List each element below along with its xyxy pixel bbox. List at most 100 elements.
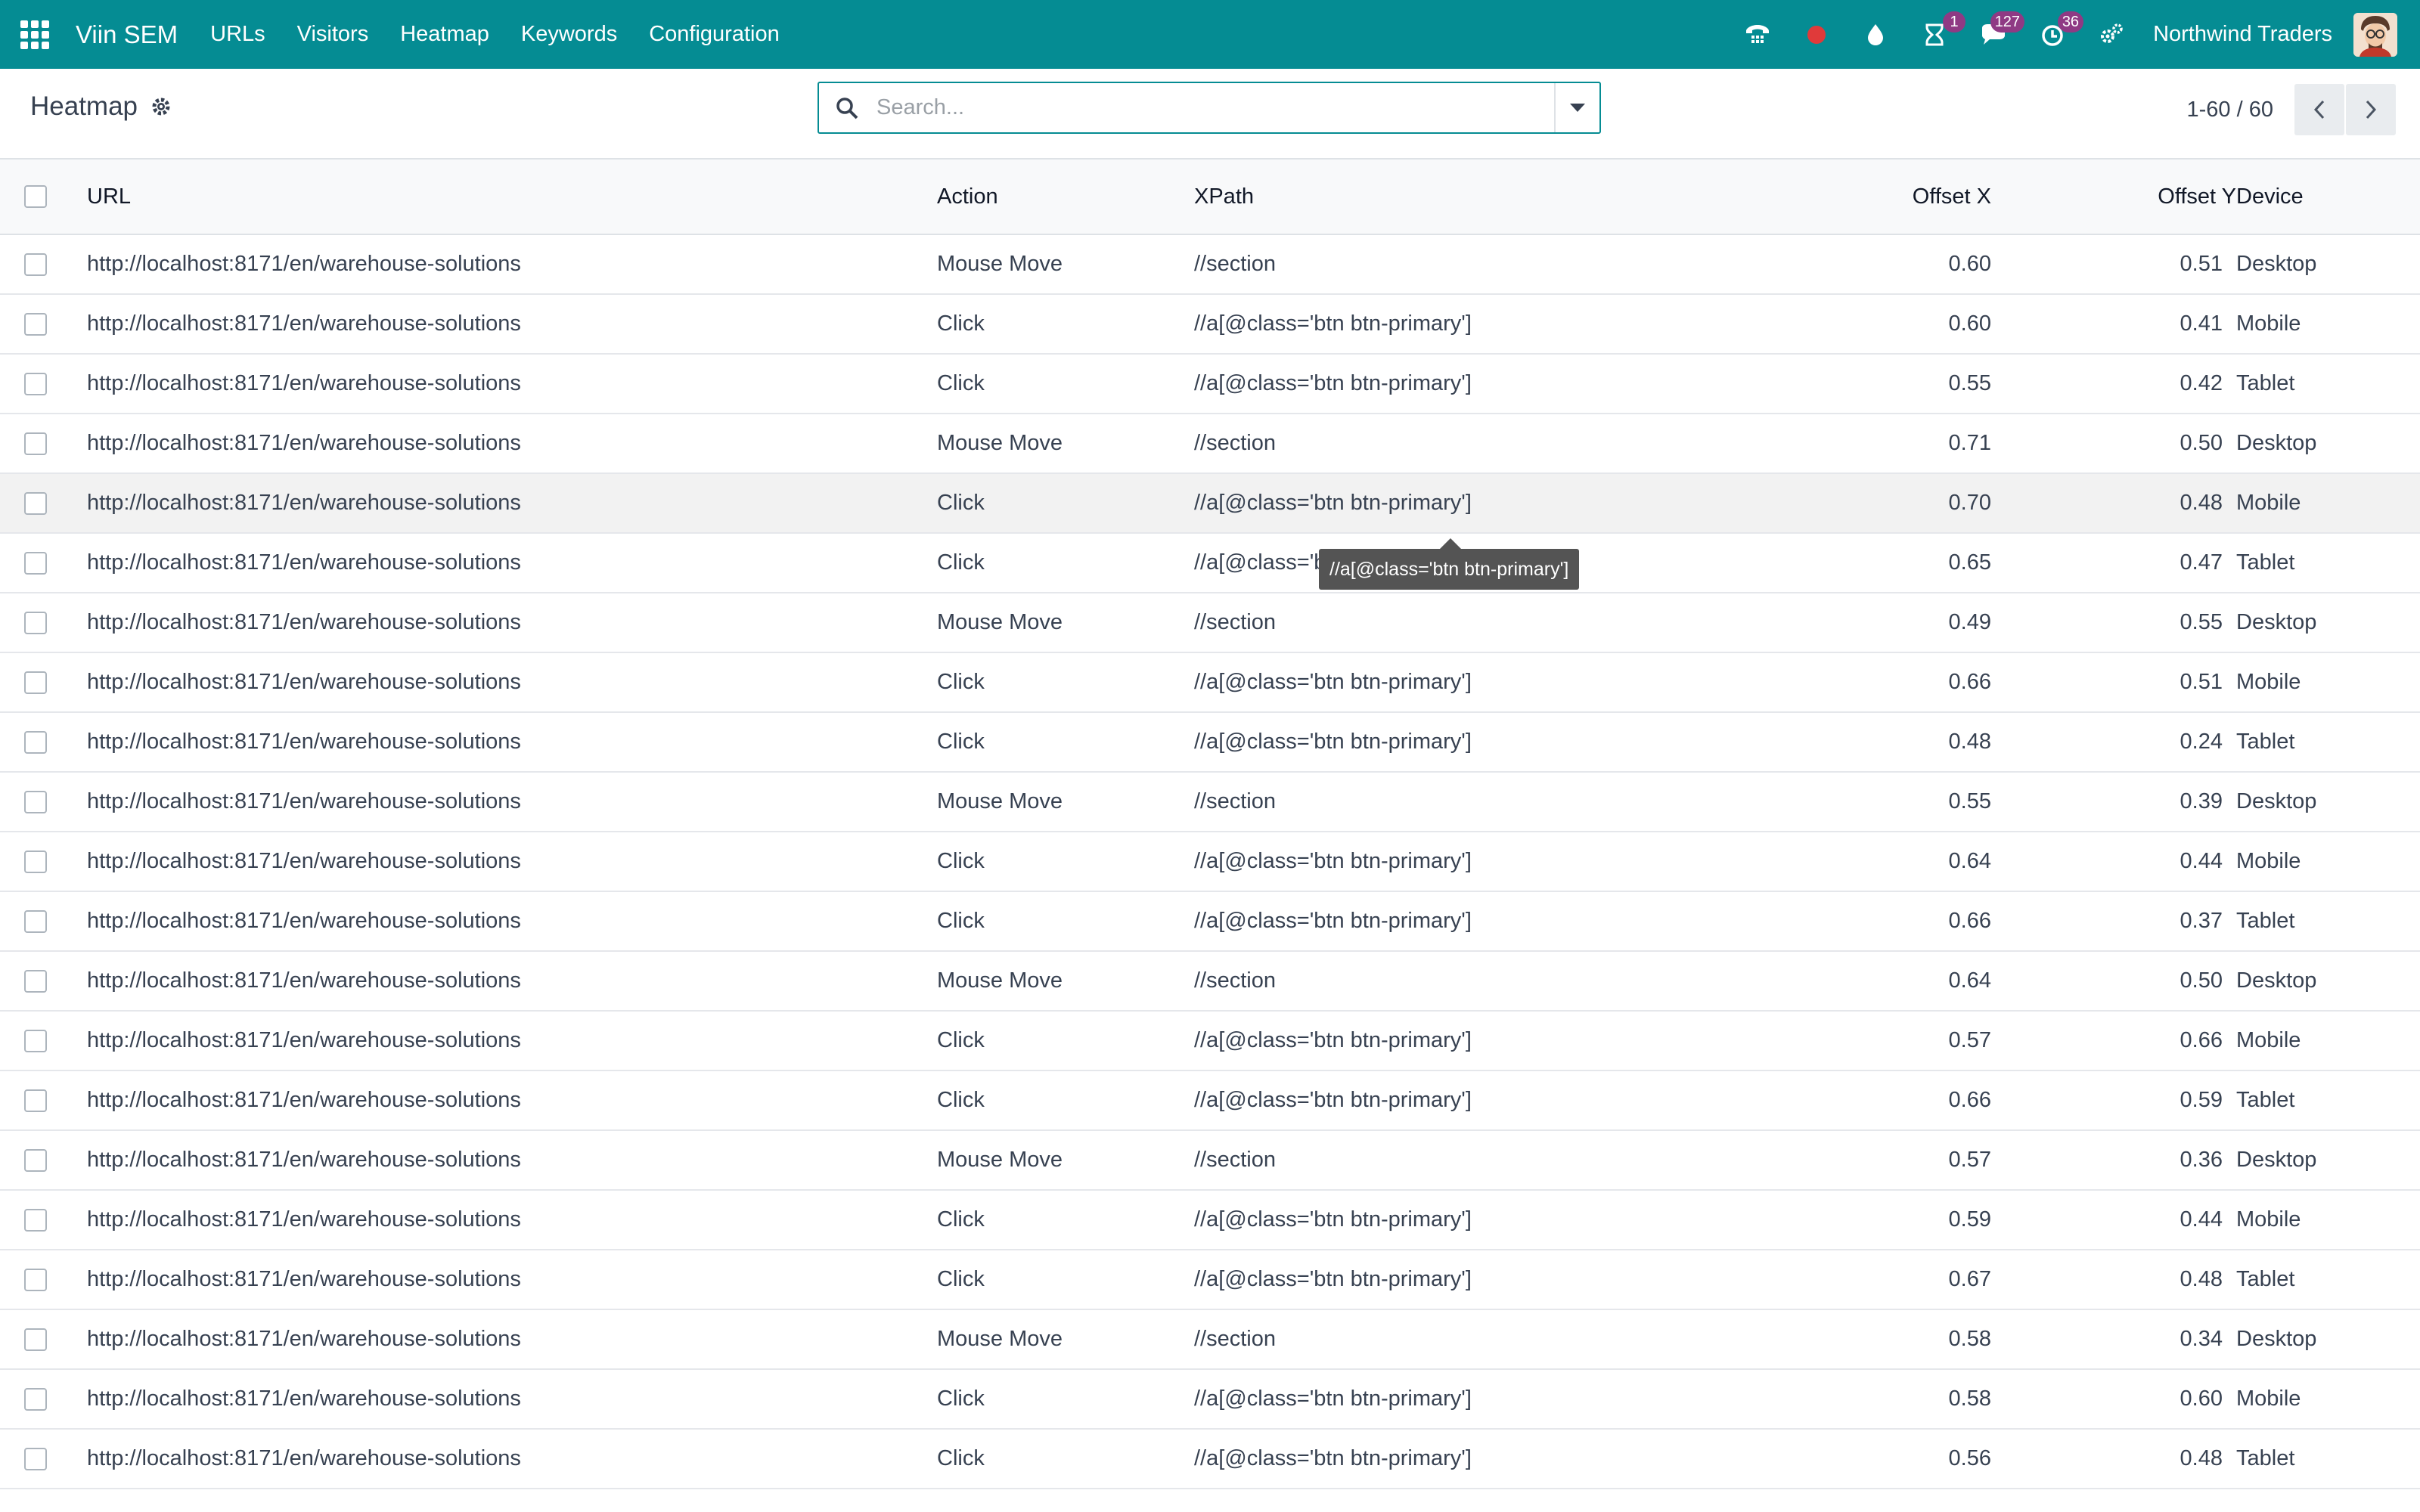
row-checkbox[interactable] xyxy=(24,312,47,336)
device-cell[interactable]: Desktop xyxy=(2236,951,2420,1011)
action-cell[interactable]: Click xyxy=(937,473,1194,533)
offset-y-cell[interactable]: 0.51 xyxy=(1991,234,2236,294)
menu-item-heatmap[interactable]: Heatmap xyxy=(384,22,505,47)
offset-y-cell[interactable]: 0.44 xyxy=(1991,1190,2236,1250)
xpath-cell[interactable]: //a[@class='btn btn-primary'] xyxy=(1194,891,1602,951)
column-header-device[interactable]: Device xyxy=(2236,160,2420,235)
offset-y-cell[interactable]: 0.44 xyxy=(1991,832,2236,891)
table-row[interactable]: http://localhost:8171/en/warehouse-solut… xyxy=(0,1309,2420,1369)
company-switcher[interactable]: Northwind Traders xyxy=(2153,22,2332,47)
url-cell[interactable]: http://localhost:8171/en/warehouse-solut… xyxy=(87,414,937,473)
table-row[interactable]: http://localhost:8171/en/warehouse-solut… xyxy=(0,414,2420,473)
offset-x-cell[interactable]: 0.71 xyxy=(1602,414,1991,473)
table-row[interactable]: http://localhost:8171/en/warehouse-solut… xyxy=(0,1250,2420,1309)
action-cell[interactable]: Click xyxy=(937,533,1194,593)
drop-icon[interactable] xyxy=(1857,16,1894,54)
url-cell[interactable]: http://localhost:8171/en/warehouse-solut… xyxy=(87,1130,937,1190)
offset-x-cell[interactable]: 0.67 xyxy=(1602,1250,1991,1309)
action-cell[interactable]: Click xyxy=(937,832,1194,891)
offset-x-cell[interactable]: 0.64 xyxy=(1602,951,1991,1011)
messages-icon[interactable]: 127 xyxy=(1975,11,2025,54)
url-cell[interactable]: http://localhost:8171/en/warehouse-solut… xyxy=(87,951,937,1011)
search-input[interactable] xyxy=(876,95,1542,120)
xpath-cell[interactable]: //a[@class='btn btn-primary'] xyxy=(1194,1011,1602,1070)
offset-x-cell[interactable]: 0.58 xyxy=(1602,1369,1991,1429)
device-cell[interactable]: Tablet xyxy=(2236,533,2420,593)
phone-icon[interactable] xyxy=(1739,16,1776,54)
pager-value[interactable]: 1-60 / 60 xyxy=(2187,98,2273,122)
url-cell[interactable]: http://localhost:8171/en/warehouse-solut… xyxy=(87,712,937,772)
xpath-cell[interactable]: //a[@class='btn btn-primary'] xyxy=(1194,473,1602,533)
xpath-cell[interactable]: //section xyxy=(1194,951,1602,1011)
action-cell[interactable]: Click xyxy=(937,354,1194,414)
recording-dot-icon[interactable] xyxy=(1798,16,1835,54)
table-row[interactable]: http://localhost:8171/en/warehouse-solut… xyxy=(0,234,2420,294)
device-cell[interactable]: Tablet xyxy=(2236,354,2420,414)
row-checkbox[interactable] xyxy=(24,1328,47,1351)
table-row[interactable]: http://localhost:8171/en/warehouse-solut… xyxy=(0,1011,2420,1070)
url-cell[interactable]: http://localhost:8171/en/warehouse-solut… xyxy=(87,832,937,891)
table-row[interactable]: http://localhost:8171/en/warehouse-solut… xyxy=(0,951,2420,1011)
offset-x-cell[interactable]: 0.55 xyxy=(1602,354,1991,414)
search-options-toggle[interactable] xyxy=(1554,83,1599,132)
url-cell[interactable]: http://localhost:8171/en/warehouse-solut… xyxy=(87,772,937,832)
xpath-cell[interactable]: //a[@class='btn btn-primary'] xyxy=(1194,294,1602,354)
row-checkbox[interactable] xyxy=(24,432,47,455)
offset-x-cell[interactable]: 0.57 xyxy=(1602,1130,1991,1190)
menu-item-urls[interactable]: URLs xyxy=(194,22,281,47)
offset-x-cell[interactable]: 0.55 xyxy=(1602,772,1991,832)
offset-y-cell[interactable]: 0.48 xyxy=(1991,1429,2236,1489)
action-cell[interactable]: Mouse Move xyxy=(937,951,1194,1011)
xpath-cell[interactable]: //section xyxy=(1194,593,1602,652)
table-row[interactable]: http://localhost:8171/en/warehouse-solut… xyxy=(0,1369,2420,1429)
offset-x-cell[interactable]: 0.60 xyxy=(1602,294,1991,354)
user-avatar[interactable] xyxy=(2353,12,2397,57)
url-cell[interactable]: http://localhost:8171/en/warehouse-solut… xyxy=(87,1250,937,1309)
offset-y-cell[interactable]: 0.66 xyxy=(1991,1011,2236,1070)
row-checkbox[interactable] xyxy=(24,1208,47,1232)
row-checkbox[interactable] xyxy=(24,491,47,515)
table-row[interactable]: http://localhost:8171/en/warehouse-solut… xyxy=(0,712,2420,772)
row-checkbox[interactable] xyxy=(24,611,47,634)
table-row[interactable]: http://localhost:8171/en/warehouse-solut… xyxy=(0,1130,2420,1190)
table-row[interactable]: http://localhost:8171/en/warehouse-solut… xyxy=(0,652,2420,712)
select-all-checkbox[interactable] xyxy=(24,185,47,208)
offset-y-cell[interactable]: 0.48 xyxy=(1991,473,2236,533)
xpath-cell[interactable]: //a[@class='btn btn-primary'] xyxy=(1194,712,1602,772)
offset-y-cell[interactable]: 0.39 xyxy=(1991,772,2236,832)
row-checkbox[interactable] xyxy=(24,253,47,276)
row-checkbox[interactable] xyxy=(24,1387,47,1411)
device-cell[interactable]: Mobile xyxy=(2236,473,2420,533)
action-cell[interactable]: Mouse Move xyxy=(937,772,1194,832)
table-row[interactable]: http://localhost:8171/en/warehouse-solut… xyxy=(0,354,2420,414)
hourglass-icon[interactable]: 1 xyxy=(1916,11,1966,54)
row-checkbox[interactable] xyxy=(24,1029,47,1052)
url-cell[interactable]: http://localhost:8171/en/warehouse-solut… xyxy=(87,533,937,593)
offset-x-cell[interactable]: 0.66 xyxy=(1602,1070,1991,1130)
device-cell[interactable]: Tablet xyxy=(2236,1250,2420,1309)
action-cell[interactable]: Click xyxy=(937,712,1194,772)
device-cell[interactable]: Desktop xyxy=(2236,593,2420,652)
url-cell[interactable]: http://localhost:8171/en/warehouse-solut… xyxy=(87,234,937,294)
row-checkbox[interactable] xyxy=(24,790,47,813)
menu-item-visitors[interactable]: Visitors xyxy=(281,22,385,47)
offset-y-cell[interactable]: 0.59 xyxy=(1991,1070,2236,1130)
offset-x-cell[interactable]: 0.66 xyxy=(1602,891,1991,951)
offset-x-cell[interactable]: 0.59 xyxy=(1602,1190,1991,1250)
table-row[interactable]: http://localhost:8171/en/warehouse-solut… xyxy=(0,772,2420,832)
xpath-cell[interactable]: //a[@class='btn btn-primary'] xyxy=(1194,354,1602,414)
offset-y-cell[interactable]: 0.37 xyxy=(1991,891,2236,951)
menu-item-configuration[interactable]: Configuration xyxy=(633,22,796,47)
offset-x-cell[interactable]: 0.57 xyxy=(1602,1011,1991,1070)
device-cell[interactable]: Mobile xyxy=(2236,1190,2420,1250)
offset-y-cell[interactable]: 0.55 xyxy=(1991,593,2236,652)
table-row[interactable]: http://localhost:8171/en/warehouse-solut… xyxy=(0,1190,2420,1250)
device-cell[interactable]: Desktop xyxy=(2236,1309,2420,1369)
row-checkbox[interactable] xyxy=(24,671,47,694)
xpath-cell[interactable]: //a[@class='btn btn-primary'] xyxy=(1194,652,1602,712)
action-cell[interactable]: Click xyxy=(937,1250,1194,1309)
device-cell[interactable]: Mobile xyxy=(2236,294,2420,354)
row-checkbox[interactable] xyxy=(24,850,47,873)
table-row[interactable]: http://localhost:8171/en/warehouse-solut… xyxy=(0,294,2420,354)
row-checkbox[interactable] xyxy=(24,372,47,395)
